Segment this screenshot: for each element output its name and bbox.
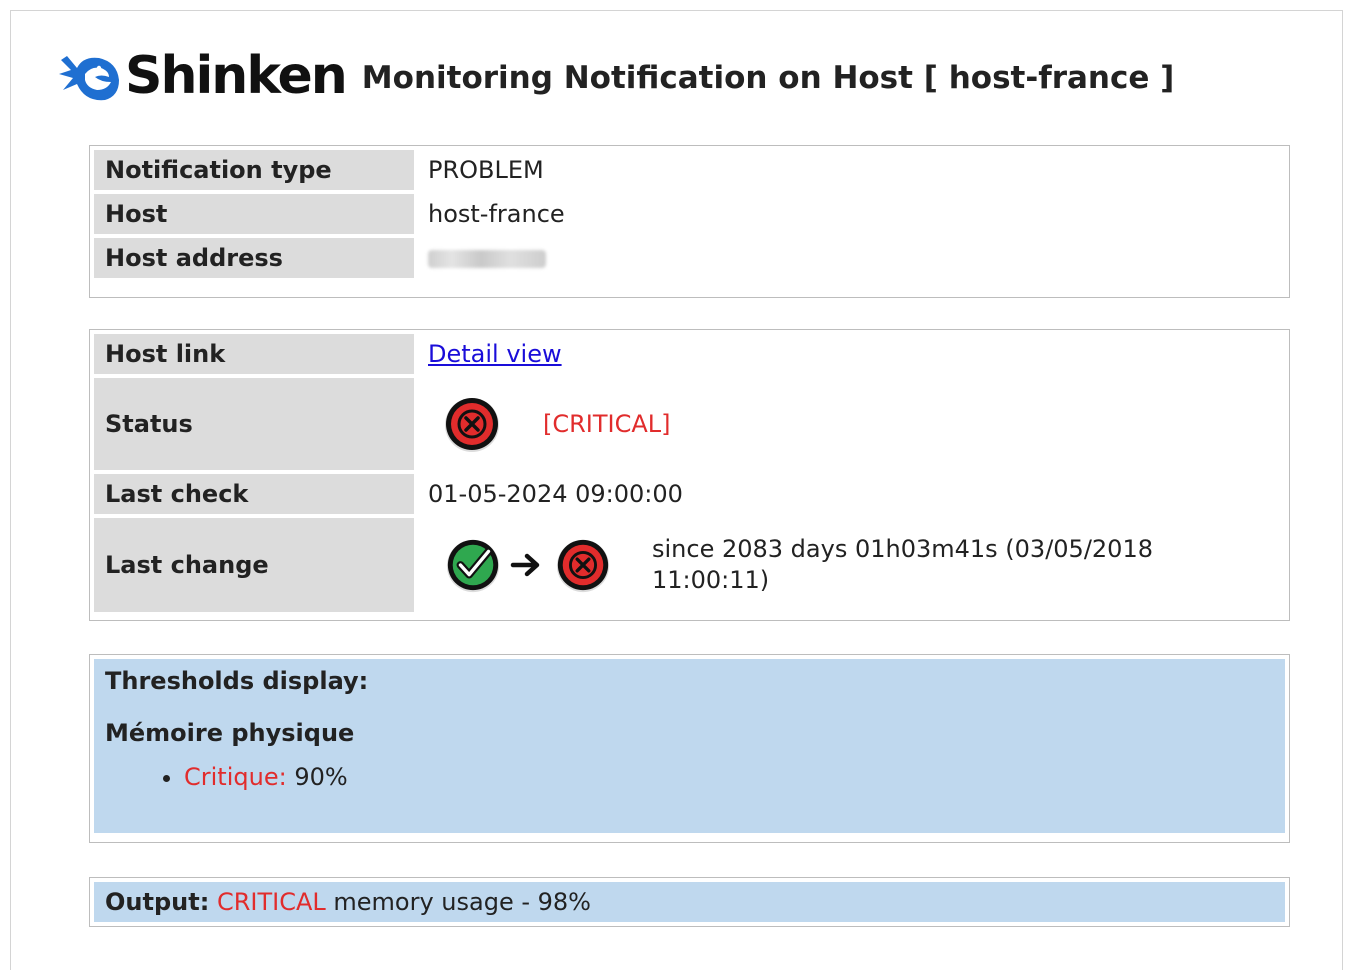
critical-icon: [445, 398, 499, 452]
arrow-right-icon: [510, 553, 540, 577]
page-title: Monitoring Notification on Host [ host-f…: [361, 60, 1175, 96]
critical-icon: [556, 539, 610, 593]
host-address-value: [414, 238, 1285, 278]
output-label: Output:: [105, 888, 210, 916]
thresholds-heading: Thresholds display:: [105, 667, 369, 695]
host-link-label: Host link: [94, 334, 414, 374]
table-row: Host link Detail view: [94, 334, 1285, 374]
thresholds-panel: Thresholds display: Mémoire physique Cri…: [89, 654, 1290, 843]
output-state: CRITICAL: [216, 888, 326, 916]
host-value: host-france: [428, 200, 565, 228]
detail-view-link[interactable]: Detail view: [428, 340, 562, 368]
table-row: Notification type PROBLEM: [94, 150, 1285, 190]
host-address-label: Host address: [94, 238, 414, 278]
output-message: memory usage - 98%: [333, 888, 591, 916]
notification-type-value: PROBLEM: [428, 156, 544, 184]
table-row: Last check 01-05-2024 09:00:00: [94, 474, 1285, 514]
logo-text: Shinken: [125, 46, 348, 106]
host-label: Host: [94, 194, 414, 234]
thresholds-subheading: Mémoire physique: [105, 719, 355, 747]
detail-table: Host link Detail view Status [CRITICAL] …: [94, 330, 1285, 616]
threshold-value: 90%: [294, 763, 348, 791]
table-row: Host host-france: [94, 194, 1285, 234]
shinken-bird-icon: [59, 56, 119, 101]
ok-icon: [446, 539, 500, 593]
table-row: Last change since 2083 days 01h03m41s (0…: [94, 518, 1285, 612]
notification-page: Shinken Monitoring Notification on Host …: [10, 10, 1343, 970]
last-check-label: Last check: [94, 474, 414, 514]
output-panel: Output: CRITICAL memory usage - 98%: [89, 877, 1290, 927]
last-check-value: 01-05-2024 09:00:00: [428, 480, 683, 508]
last-change-value: since 2083 days 01h03m41s (03/05/2018 11…: [652, 535, 1153, 594]
host-link-cell: Detail view: [414, 334, 1285, 374]
status-cell: [CRITICAL]: [414, 378, 1285, 470]
threshold-level: Critique:: [184, 763, 287, 791]
status-text: [CRITICAL]: [543, 410, 671, 438]
info-table: Notification type PROBLEM Host host-fran…: [94, 146, 1285, 282]
thresholds-list: Critique: 90%: [105, 763, 1274, 791]
list-item: Critique: 90%: [184, 763, 1274, 791]
notification-type-label: Notification type: [94, 150, 414, 190]
status-label: Status: [94, 378, 414, 470]
info-panel: Notification type PROBLEM Host host-fran…: [89, 145, 1290, 298]
last-change-cell: since 2083 days 01h03m41s (03/05/2018 11…: [414, 518, 1285, 612]
shinken-logo: Shinken: [55, 46, 348, 106]
table-row: Status [CRITICAL]: [94, 378, 1285, 470]
header: Shinken Monitoring Notification on Host …: [55, 41, 1174, 111]
redacted-host-address: [428, 250, 546, 268]
detail-panel: Host link Detail view Status [CRITICAL] …: [89, 329, 1290, 621]
last-change-label: Last change: [94, 518, 414, 612]
table-row: Host address: [94, 238, 1285, 278]
